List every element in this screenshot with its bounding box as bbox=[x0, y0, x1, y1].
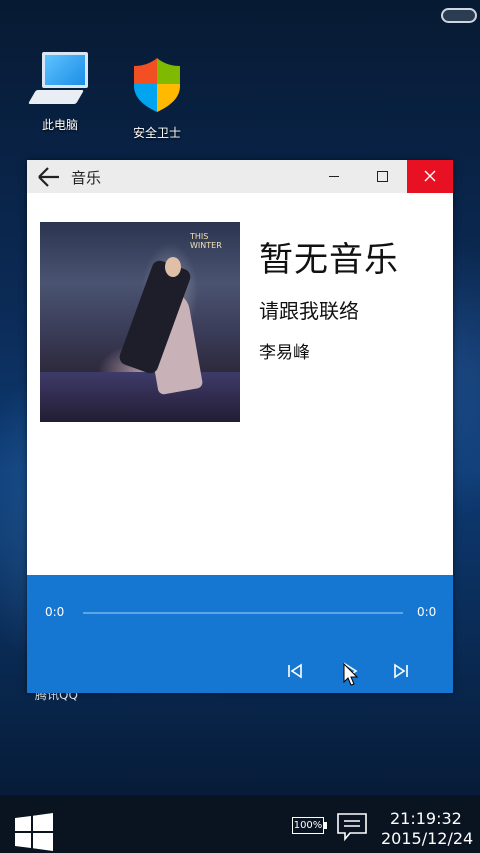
next-icon[interactable] bbox=[390, 661, 412, 681]
song-artist: 李易峰 bbox=[259, 343, 310, 363]
total-time: 0:0 bbox=[417, 605, 437, 619]
clock-time[interactable]: 21:19:32 bbox=[390, 809, 462, 828]
previous-icon[interactable] bbox=[284, 661, 306, 681]
computer-icon bbox=[27, 52, 90, 110]
close-icon bbox=[424, 170, 436, 182]
back-arrow-icon[interactable] bbox=[35, 164, 63, 190]
close-button[interactable] bbox=[407, 160, 453, 193]
album-cover: THIS WINTER bbox=[40, 222, 240, 422]
song-subtitle: 请跟我联络 bbox=[259, 299, 359, 323]
minimize-button[interactable] bbox=[311, 160, 357, 193]
progress-slider[interactable] bbox=[83, 612, 403, 614]
notification-center-icon[interactable] bbox=[336, 811, 368, 843]
status-pill bbox=[441, 8, 477, 23]
player-controls: 0:0 0:0 bbox=[27, 575, 453, 693]
battery-indicator[interactable]: 100% bbox=[292, 817, 327, 834]
window-titlebar[interactable]: 音乐 bbox=[27, 160, 453, 193]
mouse-cursor-icon bbox=[343, 663, 359, 686]
maximize-icon bbox=[377, 171, 388, 182]
music-window: 音乐 THIS WINTER 暂无音乐 请跟我联络 李易峰 0:0 0:0 bbox=[27, 160, 453, 693]
clock-date[interactable]: 2015/12/24 bbox=[381, 829, 473, 848]
maximize-button[interactable] bbox=[359, 160, 405, 193]
desktop-icon-label: 安全卫士 bbox=[132, 126, 181, 140]
shield-icon bbox=[134, 58, 180, 112]
minimize-icon bbox=[329, 176, 339, 177]
current-time: 0:0 bbox=[45, 605, 65, 619]
desktop-icon-label: 此电脑 bbox=[41, 118, 78, 132]
song-title: 暂无音乐 bbox=[259, 240, 399, 280]
windows-start-icon[interactable] bbox=[15, 813, 53, 851]
taskbar: 100% 21:19:32 2015/12/24 bbox=[0, 795, 480, 853]
window-title: 音乐 bbox=[71, 169, 102, 187]
desktop-icon-security[interactable]: 安全卫士 bbox=[112, 56, 202, 141]
desktop-icon-this-pc[interactable]: 此电脑 bbox=[15, 52, 105, 133]
